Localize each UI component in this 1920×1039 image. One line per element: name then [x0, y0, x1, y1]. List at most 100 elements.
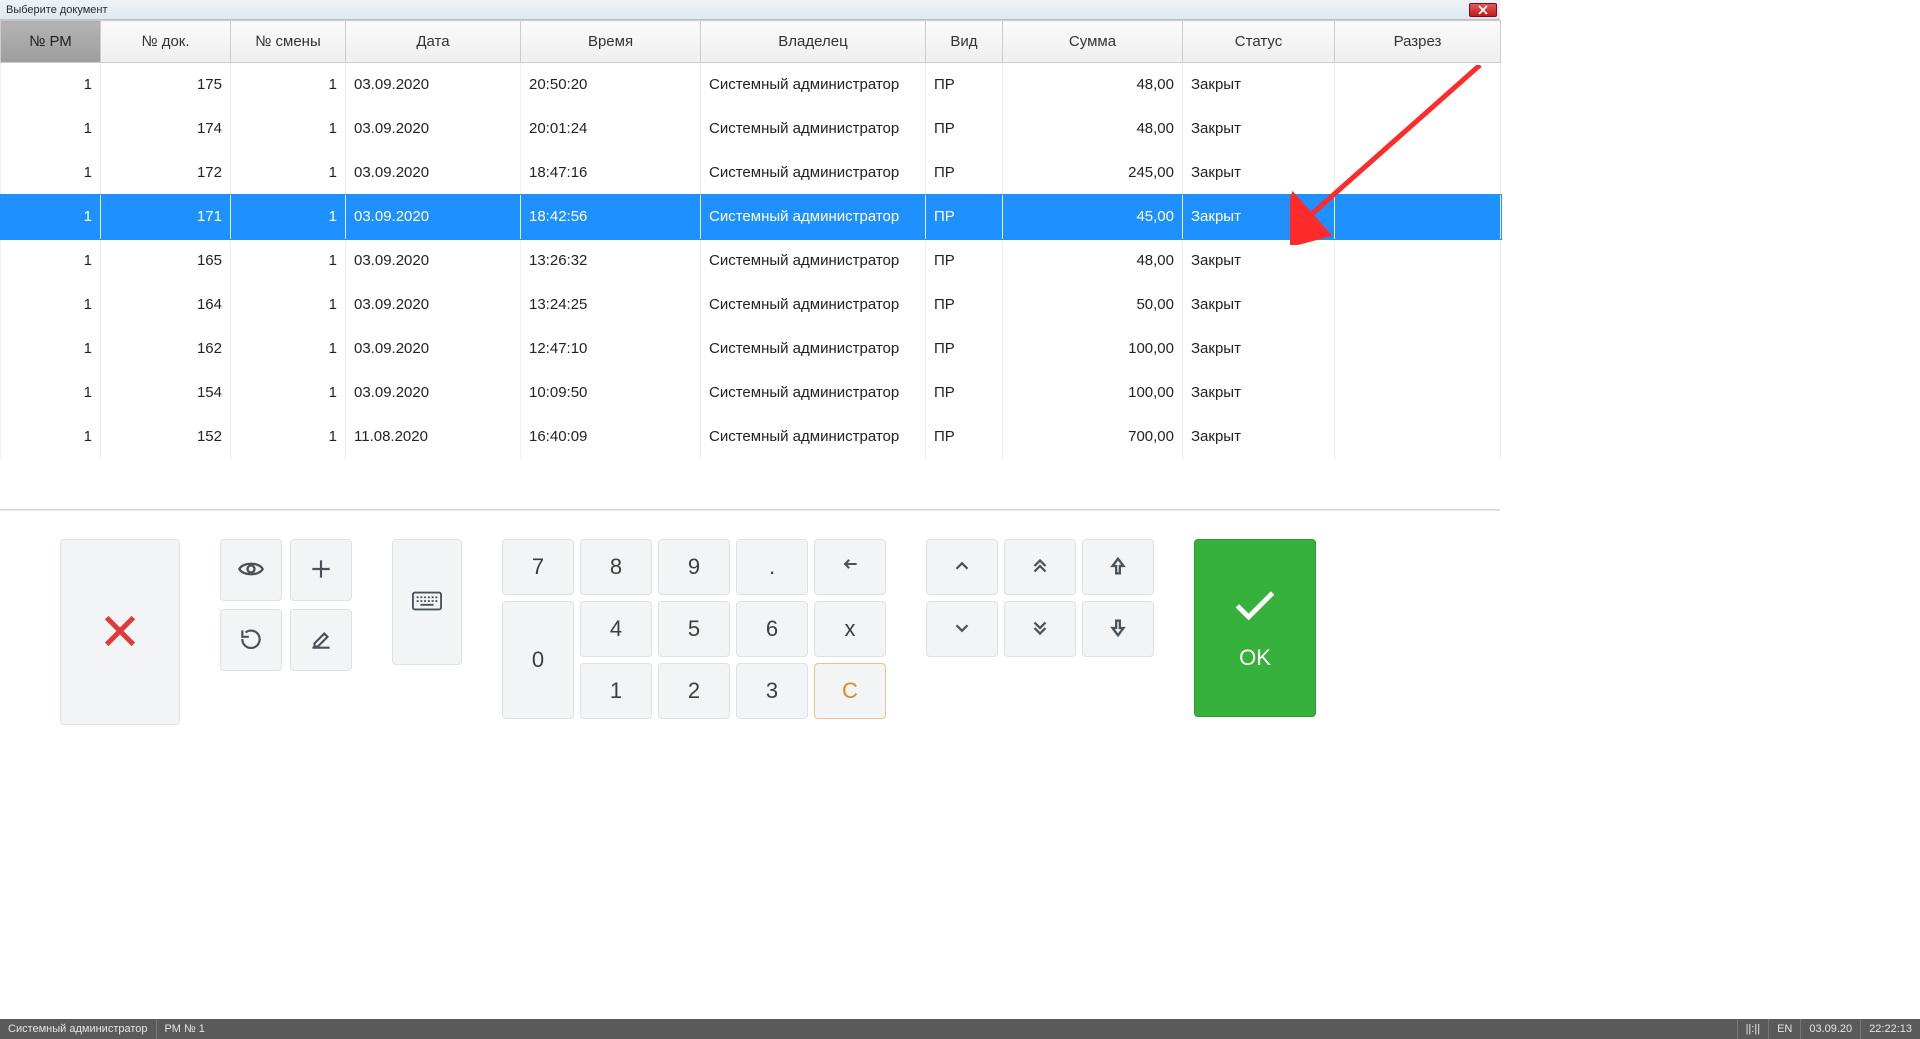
col-header-time[interactable]: Время [521, 21, 701, 63]
table-row[interactable]: 1152111.08.202016:40:09Системный админис… [1, 415, 1501, 459]
cell-slice [1335, 63, 1501, 107]
cell-sum: 100,00 [1003, 327, 1183, 371]
status-time: 22:22:13 [1860, 1019, 1920, 1039]
table-row[interactable]: 1165103.09.202013:26:32Системный админис… [1, 239, 1501, 283]
refresh-button[interactable] [220, 609, 282, 671]
nav-top[interactable] [1082, 539, 1154, 595]
col-header-pm[interactable]: № РМ [1, 21, 101, 63]
cell-shift: 1 [231, 195, 346, 239]
cell-time: 13:24:25 [521, 283, 701, 327]
cell-status: Закрыт [1183, 415, 1335, 459]
cell-type: ПР [926, 151, 1003, 195]
table-row[interactable]: 1175103.09.202020:50:20Системный админис… [1, 63, 1501, 107]
view-button[interactable] [220, 539, 282, 601]
cell-type: ПР [926, 327, 1003, 371]
cell-doc: 174 [101, 107, 231, 151]
table-row[interactable]: 1164103.09.202013:24:25Системный админис… [1, 283, 1501, 327]
key-1[interactable]: 1 [580, 663, 652, 719]
arrow-top-icon [1107, 555, 1129, 580]
cell-sum: 700,00 [1003, 415, 1183, 459]
col-header-owner[interactable]: Владелец [701, 21, 926, 63]
key-7[interactable]: 7 [502, 539, 574, 595]
key-backspace[interactable] [814, 539, 886, 595]
key-6[interactable]: 6 [736, 601, 808, 657]
cell-owner: Системный администратор [701, 283, 926, 327]
edit-icon [308, 626, 334, 655]
window-close-button[interactable] [1469, 3, 1497, 17]
cell-date: 03.09.2020 [346, 327, 521, 371]
key-dot[interactable]: . [736, 539, 808, 595]
key-3[interactable]: 3 [736, 663, 808, 719]
chevron-down-icon [951, 617, 973, 642]
col-header-slice[interactable]: Разрез [1335, 21, 1501, 63]
cell-status: Закрыт [1183, 239, 1335, 283]
key-2[interactable]: 2 [658, 663, 730, 719]
cell-status: Закрыт [1183, 63, 1335, 107]
cell-owner: Системный администратор [701, 63, 926, 107]
cell-time: 18:47:16 [521, 151, 701, 195]
keyboard-button[interactable] [392, 539, 462, 665]
keyboard-icon [412, 591, 442, 614]
edit-button[interactable] [290, 609, 352, 671]
cell-type: ПР [926, 415, 1003, 459]
col-header-date[interactable]: Дата [346, 21, 521, 63]
table-row[interactable]: 1171103.09.202018:42:56Системный админис… [1, 195, 1501, 239]
col-header-status[interactable]: Статус [1183, 21, 1335, 63]
document-table-container: № РМ № док. № смены Дата Время Владелец … [0, 20, 1500, 510]
table-row[interactable]: 1174103.09.202020:01:24Системный админис… [1, 107, 1501, 151]
nav-down[interactable] [926, 601, 998, 657]
cell-status: Закрыт [1183, 327, 1335, 371]
key-9[interactable]: 9 [658, 539, 730, 595]
nav-page-down[interactable] [1004, 601, 1076, 657]
table-row[interactable]: 1162103.09.202012:47:10Системный админис… [1, 327, 1501, 371]
nav-up[interactable] [926, 539, 998, 595]
nav-bottom[interactable] [1082, 601, 1154, 657]
ok-button[interactable]: OK [1194, 539, 1316, 717]
status-date: 03.09.20 [1800, 1019, 1860, 1039]
document-table: № РМ № док. № смены Дата Время Владелец … [0, 20, 1501, 459]
cell-owner: Системный администратор [701, 195, 926, 239]
cell-time: 20:50:20 [521, 63, 701, 107]
key-8[interactable]: 8 [580, 539, 652, 595]
cell-type: ПР [926, 283, 1003, 327]
cell-doc: 162 [101, 327, 231, 371]
table-row[interactable]: 1154103.09.202010:09:50Системный админис… [1, 371, 1501, 415]
cell-sum: 100,00 [1003, 371, 1183, 415]
col-header-doc[interactable]: № док. [101, 21, 231, 63]
cell-owner: Системный администратор [701, 415, 926, 459]
cell-time: 12:47:10 [521, 327, 701, 371]
add-button[interactable] [290, 539, 352, 601]
window-title: Выберите документ [6, 4, 108, 16]
cell-pm: 1 [1, 107, 101, 151]
nav-page-up[interactable] [1004, 539, 1076, 595]
cell-slice [1335, 239, 1501, 283]
cell-pm: 1 [1, 327, 101, 371]
table-row[interactable]: 1172103.09.202018:47:16Системный админис… [1, 151, 1501, 195]
cell-time: 10:09:50 [521, 371, 701, 415]
cell-shift: 1 [231, 151, 346, 195]
cell-status: Закрыт [1183, 371, 1335, 415]
cancel-button[interactable] [60, 539, 180, 725]
cell-shift: 1 [231, 371, 346, 415]
cell-slice [1335, 107, 1501, 151]
double-chevron-up-icon [1029, 555, 1051, 580]
status-user: Системный администратор [0, 1019, 156, 1039]
key-multiply[interactable]: x [814, 601, 886, 657]
cell-doc: 172 [101, 151, 231, 195]
cell-type: ПР [926, 195, 1003, 239]
col-header-sum[interactable]: Сумма [1003, 21, 1183, 63]
key-4[interactable]: 4 [580, 601, 652, 657]
status-lang: EN [1768, 1019, 1800, 1039]
cell-shift: 1 [231, 107, 346, 151]
col-header-shift[interactable]: № смены [231, 21, 346, 63]
cell-owner: Системный администратор [701, 371, 926, 415]
key-clear[interactable]: C [814, 663, 886, 719]
table-header-row: № РМ № док. № смены Дата Время Владелец … [1, 21, 1501, 63]
cell-doc: 164 [101, 283, 231, 327]
col-header-type[interactable]: Вид [926, 21, 1003, 63]
key-0[interactable]: 0 [502, 601, 574, 719]
cell-date: 03.09.2020 [346, 283, 521, 327]
cell-sum: 48,00 [1003, 63, 1183, 107]
ok-label: OK [1239, 645, 1271, 671]
key-5[interactable]: 5 [658, 601, 730, 657]
